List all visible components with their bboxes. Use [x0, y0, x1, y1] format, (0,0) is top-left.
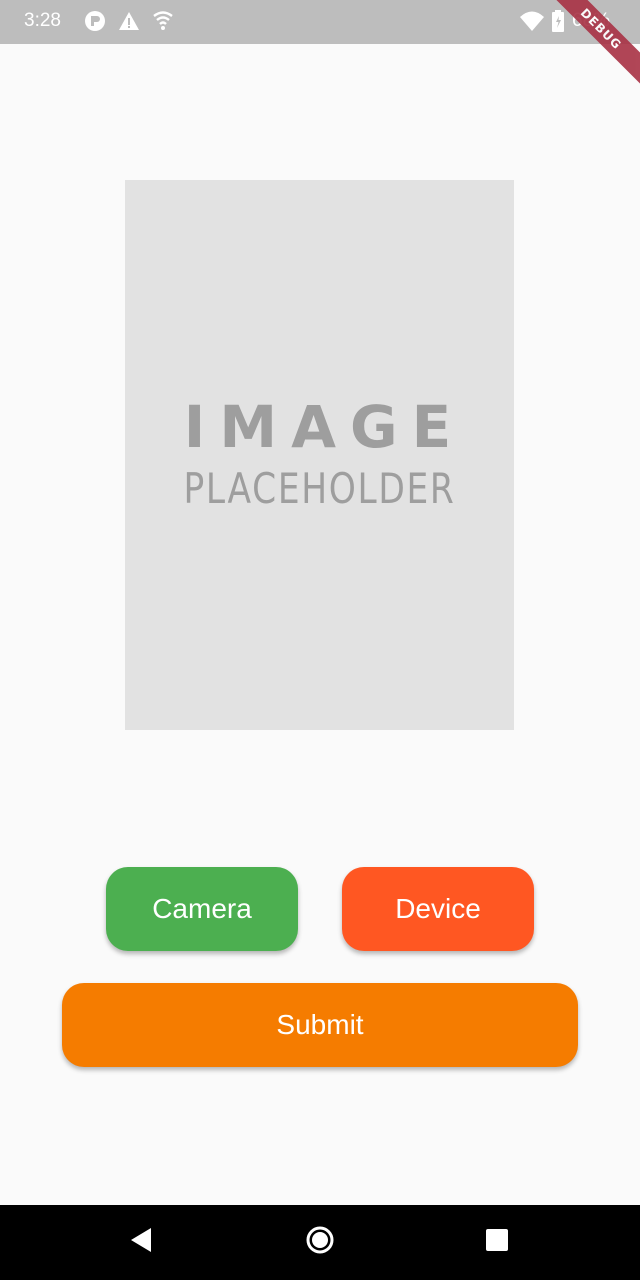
- notification-app-icon: [84, 10, 106, 32]
- recents-icon: [485, 1228, 509, 1257]
- back-button[interactable]: [101, 1205, 181, 1280]
- camera-button[interactable]: Camera: [106, 867, 298, 951]
- home-button[interactable]: [280, 1205, 360, 1280]
- vpn-shield-icon: [152, 10, 174, 32]
- back-icon: [129, 1227, 153, 1258]
- home-icon: [305, 1225, 335, 1260]
- wifi-icon: [520, 10, 544, 32]
- placeholder-subtitle: PLACEHOLDER: [183, 464, 456, 513]
- recents-button[interactable]: [457, 1205, 537, 1280]
- placeholder-title: IMAGE: [183, 393, 466, 461]
- battery-icon: [551, 10, 565, 32]
- device-button[interactable]: Device: [342, 867, 534, 951]
- status-bar: 3:28: [0, 0, 640, 44]
- submit-button[interactable]: Submit: [62, 983, 578, 1067]
- status-time: 3:28: [24, 10, 61, 31]
- navigation-bar: [0, 1205, 640, 1280]
- app-screen: 3:28 DEBUG IMAGE PLACEHOLDER Camera Devi…: [0, 0, 640, 1280]
- warning-icon: [118, 10, 140, 32]
- image-placeholder: IMAGE PLACEHOLDER: [125, 180, 514, 730]
